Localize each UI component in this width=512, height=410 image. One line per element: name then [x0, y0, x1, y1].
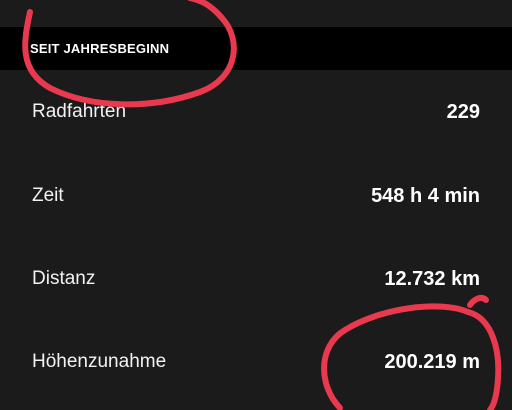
stat-row-elevation: Höhenzunahme 200.219 m: [0, 340, 512, 384]
stat-row-rides: Radfahrten 229: [0, 90, 512, 134]
stat-value-distance: 12.732 km: [384, 267, 480, 290]
stat-value-time: 548 h 4 min: [371, 184, 480, 207]
stats-list: Radfahrten 229 Zeit 548 h 4 min Distanz …: [0, 70, 512, 410]
stat-label-time: Zeit: [32, 185, 64, 206]
stat-label-rides: Radfahrten: [32, 101, 127, 122]
section-title: SEIT JAHRESBEGINN: [30, 41, 170, 56]
stat-value-elevation: 200.219 m: [384, 350, 480, 373]
section-header: SEIT JAHRESBEGINN: [0, 27, 512, 70]
stat-label-elevation: Höhenzunahme: [32, 351, 167, 372]
stat-value-rides: 229: [446, 100, 480, 123]
stat-label-distance: Distanz: [32, 268, 96, 289]
top-bar: [0, 0, 512, 27]
stat-row-time: Zeit 548 h 4 min: [0, 174, 512, 218]
stat-row-distance: Distanz 12.732 km: [0, 257, 512, 301]
